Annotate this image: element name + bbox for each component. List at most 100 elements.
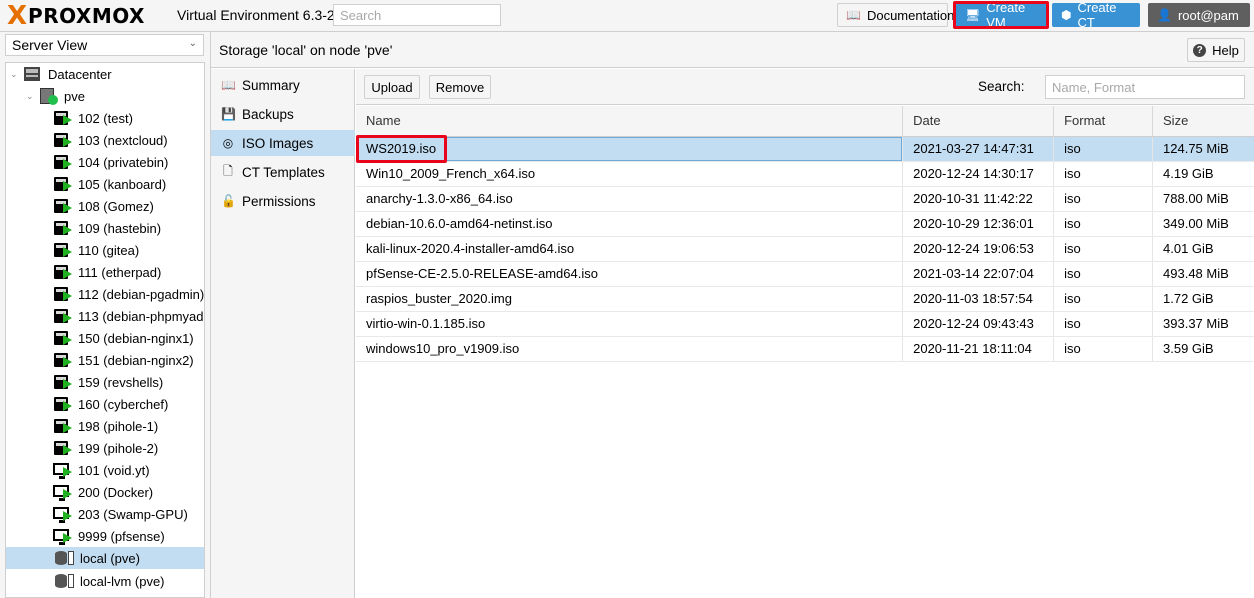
tree-node-storage[interactable]: local-lvm (pve) xyxy=(54,570,165,592)
vm-running-icon xyxy=(52,528,72,545)
tree-node-label: 101 (void.yt) xyxy=(78,462,150,478)
table-row[interactable]: WS2019.iso 2021-03-27 14:47:31 iso 124.75 M… xyxy=(356,136,1254,162)
tree-node-label: 112 (debian-pgadmin) xyxy=(78,286,205,302)
iso-search-input[interactable] xyxy=(1045,75,1245,99)
tree-node-guest[interactable]: 160 (cyberchef) xyxy=(52,393,168,415)
cell-date: 2021-03-27 14:47:31 xyxy=(902,136,1055,162)
tree-node-guest[interactable]: 101 (void.yt) xyxy=(52,459,150,481)
table-row[interactable]: windows10_pro_v1909.iso 2020-11-21 18:11:… xyxy=(356,336,1254,362)
menu-item-ct-templates[interactable]: 🗋 CT Templates xyxy=(211,159,355,185)
column-header-name[interactable]: Name xyxy=(356,106,904,137)
cell-name: raspios_buster_2020.img xyxy=(356,286,904,312)
server-online-icon xyxy=(38,88,58,105)
container-running-icon xyxy=(52,352,72,368)
container-running-icon xyxy=(52,132,72,148)
version-label: Virtual Environment 6.3-2 xyxy=(177,7,335,23)
cell-format: iso xyxy=(1053,211,1154,237)
table-row[interactable]: Win10_2009_French_x64.iso 2020-12-24 14:3… xyxy=(356,161,1254,187)
container-running-icon xyxy=(52,264,72,280)
column-header-date[interactable]: Date xyxy=(902,106,1055,137)
tree-node-guest[interactable]: 9999 (pfsense) xyxy=(52,525,165,547)
cell-size: 4.19 GiB xyxy=(1152,161,1254,187)
table-row[interactable]: kali-linux-2020.4-installer-amd64.iso 202… xyxy=(356,236,1254,262)
create-vm-label: Create VM xyxy=(986,0,1026,30)
content-panel: Storage 'local' on node 'pve' ? Help 📖 Su… xyxy=(210,32,1254,598)
tree-node-label: 150 (debian-nginx1) xyxy=(78,330,194,346)
create-vm-button[interactable]: 🖥 Create VM xyxy=(956,0,1046,30)
book-icon: 📖 xyxy=(846,8,861,22)
tree-node-guest[interactable]: 203 (Swamp-GPU) xyxy=(52,503,188,525)
vm-running-icon xyxy=(52,506,72,523)
logo-x-mark: X xyxy=(7,1,28,31)
book-icon: 📖 xyxy=(221,78,236,92)
storage-menu: 📖 Summary 💾 Backups ◎ ISO Images 🗋 CT Templates… xyxy=(211,69,355,598)
iso-images-view: Upload Remove Search: Name Date Format S… xyxy=(356,69,1254,598)
tree-node-storage[interactable]: local (pve) xyxy=(54,547,140,569)
container-running-icon xyxy=(52,198,72,214)
tree-node-guest[interactable]: 112 (debian-pgadmin) xyxy=(52,283,204,305)
file-icon: 🗋 xyxy=(223,163,233,178)
cell-name: kali-linux-2020.4-installer-amd64.iso xyxy=(356,236,904,262)
tree-node-pve[interactable]: ⌄ pve xyxy=(26,85,85,107)
remove-button[interactable]: Remove xyxy=(429,75,491,99)
tree-node-guest[interactable]: 104 (privatebin) xyxy=(52,151,168,173)
tree-node-guest[interactable]: 110 (gitea) xyxy=(52,239,139,261)
tree-node-guest[interactable]: 111 (etherpad) xyxy=(52,261,161,283)
tree-node-guest[interactable]: 159 (revshells) xyxy=(52,371,163,393)
table-row[interactable]: pfSense-CE-2.5.0-RELEASE-amd64.iso 2021-0… xyxy=(356,261,1254,287)
global-search-input[interactable] xyxy=(333,4,501,26)
page-title: Storage 'local' on node 'pve' xyxy=(219,42,393,58)
tree-node-guest[interactable]: 102 (test) xyxy=(52,107,133,129)
tree-node-label: 203 (Swamp-GPU) xyxy=(78,506,188,522)
container-running-icon xyxy=(52,308,72,324)
table-row[interactable]: debian-10.6.0-amd64-netinst.iso 2020-10-2… xyxy=(356,211,1254,237)
cell-date: 2020-10-29 12:36:01 xyxy=(902,211,1055,237)
cube-icon: ⬢ xyxy=(1061,8,1072,22)
container-running-icon xyxy=(52,418,72,434)
tree-node-guest[interactable]: 150 (debian-nginx1) xyxy=(52,327,194,349)
tree-node-label: 160 (cyberchef) xyxy=(78,396,169,412)
tree-node-label: local (pve) xyxy=(80,550,140,566)
user-menu-button[interactable]: 👤 root@pam xyxy=(1148,3,1250,27)
menu-item-summary[interactable]: 📖 Summary xyxy=(211,72,355,98)
tree-node-label: 198 (pihole-1) xyxy=(78,418,159,434)
tree-node-datacenter[interactable]: ⌄ Datacenter xyxy=(10,63,112,85)
monitor-icon: 🖥 xyxy=(965,8,981,22)
tree-node-guest[interactable]: 200 (Docker) xyxy=(52,481,153,503)
tree-node-guest[interactable]: 108 (Gomez) xyxy=(52,195,154,217)
tree-node-guest[interactable]: 151 (debian-nginx2) xyxy=(52,349,194,371)
tree-node-label: local-lvm (pve) xyxy=(80,573,165,589)
container-running-icon xyxy=(52,374,72,390)
server-view-select[interactable]: Server View ⌄ xyxy=(5,34,204,56)
resource-sidebar: Server View ⌄ ⌄ Datacenter ⌄ pve 102 (te… xyxy=(0,32,210,598)
column-header-size[interactable]: Size xyxy=(1152,106,1254,137)
unlock-icon: 🔓 xyxy=(221,194,236,208)
tree-node-label: Datacenter xyxy=(48,66,112,82)
tree-node-guest[interactable]: 109 (hastebin) xyxy=(52,217,161,239)
cell-name: virtio-win-0.1.185.iso xyxy=(356,311,904,337)
menu-item-label: Permissions xyxy=(242,193,316,209)
upload-button[interactable]: Upload xyxy=(364,75,420,99)
panel-titlebar: Storage 'local' on node 'pve' ? Help xyxy=(211,32,1254,68)
tree-node-guest[interactable]: 113 (debian-phpmyad xyxy=(52,305,204,327)
tree-node-guest[interactable]: 105 (kanboard) xyxy=(52,173,166,195)
datacenter-icon xyxy=(22,66,42,82)
container-running-icon xyxy=(52,176,72,192)
menu-item-permissions[interactable]: 🔓 Permissions xyxy=(211,188,355,214)
container-running-icon xyxy=(52,330,72,346)
table-row[interactable]: anarchy-1.3.0-x86_64.iso 2020-10-31 11:42… xyxy=(356,186,1254,212)
table-row[interactable]: virtio-win-0.1.185.iso 2020-12-24 09:43:4… xyxy=(356,311,1254,337)
column-header-format[interactable]: Format xyxy=(1053,106,1154,137)
menu-item-label: ISO Images xyxy=(242,135,314,151)
menu-item-backups[interactable]: 💾 Backups xyxy=(211,101,355,127)
documentation-button[interactable]: 📖 Documentation xyxy=(837,3,954,27)
menu-item-iso-images[interactable]: ◎ ISO Images xyxy=(211,130,355,156)
tree-node-guest[interactable]: 198 (pihole-1) xyxy=(52,415,158,437)
tree-node-label: 110 (gitea) xyxy=(78,242,140,258)
tree-node-guest[interactable]: 199 (pihole-2) xyxy=(52,437,158,459)
table-row[interactable]: raspios_buster_2020.img 2020-11-03 18:57:… xyxy=(356,286,1254,312)
help-button[interactable]: ? Help xyxy=(1187,38,1245,62)
container-running-icon xyxy=(52,242,72,258)
tree-node-guest[interactable]: 103 (nextcloud) xyxy=(52,129,168,151)
create-ct-button[interactable]: ⬢ Create CT xyxy=(1052,0,1140,30)
